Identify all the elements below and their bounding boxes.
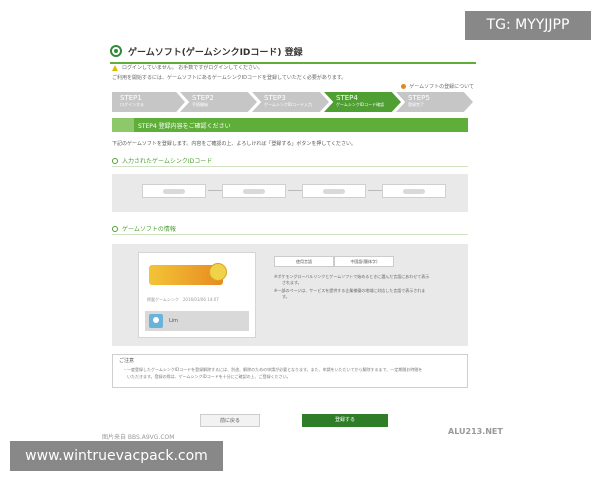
game-info-panel: 掲載ゲームシンク 2016/03/06 14:07 Lim 使用言語 中国語(簡… (112, 244, 468, 346)
step-label: ログインする (120, 102, 144, 107)
user-name: Lim (169, 318, 179, 324)
masked-value (323, 189, 345, 194)
help-link[interactable]: ゲームソフトの登録について (401, 83, 474, 90)
watermark-alu: ALU213.NET (448, 427, 503, 436)
register-button[interactable]: 登録する (302, 414, 388, 427)
step-2: STEP2 手続開始 (180, 92, 257, 112)
language-note-1-cont: されます。 (282, 280, 302, 285)
step-label: 登録完了 (408, 102, 424, 107)
language-note-2-cont: す。 (282, 294, 290, 299)
code-segment-2 (222, 184, 286, 198)
page-title: ゲームソフト(ゲームシンクIDコード) 登録 (128, 47, 303, 58)
watermark-source: 图片来自 BBS.A9VG.COM (102, 434, 175, 441)
notice-title: ご注意 (119, 358, 135, 364)
game-card: 掲載ゲームシンク 2016/03/06 14:07 Lim (138, 252, 256, 338)
notice-line-1: ・一度登録したゲームシンクIDコードを登録解除するには、別途、解除のための申請が… (123, 367, 423, 372)
code-segment-4 (382, 184, 446, 198)
step-label: 手続開始 (192, 102, 208, 107)
language-note-2: ※一部のページは、サービスを提供する企業様優の地域に対応した言語で表示されま (274, 288, 426, 293)
masked-value (403, 189, 425, 194)
notice-line-2: いただきます。登録の際は、ゲームシンクIDコードを十分にご確認の上、ご登録くださ… (123, 374, 291, 379)
back-button[interactable]: 前に戻る (200, 414, 260, 427)
section-bullet-icon (112, 157, 118, 164)
game-section-heading: ゲームソフトの情報 (112, 224, 176, 233)
confirm-description: 下記のゲームソフトを登録します。内容をご確認の上、よろしければ「登録する」ボタン… (112, 141, 357, 147)
step-progress: STEP1 ログインする STEP2 手続開始 STEP3 ゲームシンクIDコー… (112, 92, 473, 112)
step-label: ゲームシンクIDコード確認 (336, 102, 385, 107)
language-label-button[interactable]: 使用言語 (274, 256, 334, 267)
banner-icon (112, 118, 134, 132)
section-divider (112, 234, 468, 235)
step-5: STEP5 登録完了 (396, 92, 473, 112)
help-icon (401, 84, 407, 89)
sync-meta: 掲載ゲームシンク 2016/03/06 14:07 (147, 297, 219, 302)
step-3: STEP3 ゲームシンクIDコード入力 (252, 92, 329, 112)
login-warning: ログインしていません。 お手数ですがログインしてください。 (112, 64, 263, 71)
login-warning-text: ログインしていません。 お手数ですがログインしてください。 (122, 65, 263, 71)
game-title-logo (149, 263, 227, 285)
pokemon-global-link-icon (110, 45, 122, 57)
code-section-heading: 入力されたゲームシンクIDコード (112, 156, 212, 165)
code-segment-3 (302, 184, 366, 198)
game-emblem-icon (209, 263, 227, 281)
step-4-current: STEP4 ゲームシンクIDコード確認 (324, 92, 401, 112)
watermark-site: www.wintruevacpack.com (10, 441, 223, 471)
language-value-button[interactable]: 中国語(簡体字) (334, 256, 394, 267)
step-banner: STEP4 登録内容をご確認ください (112, 118, 468, 132)
game-section-title: ゲームソフトの情報 (122, 226, 176, 233)
user-row: Lim (145, 311, 249, 331)
code-section-title: 入力されたゲームシンクIDコード (122, 158, 213, 165)
code-separator (288, 190, 302, 191)
watermark-tg: TG: MYYJJPP (465, 11, 591, 40)
help-link-label[interactable]: ゲームソフトの登録について (409, 83, 474, 90)
masked-value (163, 189, 185, 194)
avatar (149, 314, 163, 328)
step-number: STEP3 (264, 94, 286, 102)
step-banner-text: STEP4 登録内容をご確認ください (138, 122, 231, 130)
step-number: STEP2 (192, 94, 214, 102)
intro-text: ご利用を開始するには、ゲームソフトにあるゲームシンクIDコードを登録していただく… (112, 75, 347, 81)
step-label: ゲームシンクIDコード入力 (264, 102, 313, 107)
step-number: STEP4 (336, 94, 358, 102)
notice-box: ご注意 ・一度登録したゲームシンクIDコードを登録解除するには、別途、解除のため… (112, 354, 468, 388)
game-sync-code-display (112, 174, 468, 212)
code-separator (208, 190, 222, 191)
step-number: STEP1 (120, 94, 142, 102)
section-bullet-icon (112, 225, 118, 232)
section-divider (112, 166, 468, 167)
page-header: ゲームソフト(ゲームシンクIDコード) 登録 (110, 42, 303, 60)
masked-value (243, 189, 265, 194)
warning-icon (112, 64, 118, 71)
step-1: STEP1 ログインする (112, 92, 185, 112)
code-segment-1 (142, 184, 206, 198)
code-separator (368, 190, 382, 191)
registration-page: ゲームソフト(ゲームシンクIDコード) 登録 ログインしていません。 お手数です… (100, 38, 480, 436)
step-number: STEP5 (408, 94, 430, 102)
